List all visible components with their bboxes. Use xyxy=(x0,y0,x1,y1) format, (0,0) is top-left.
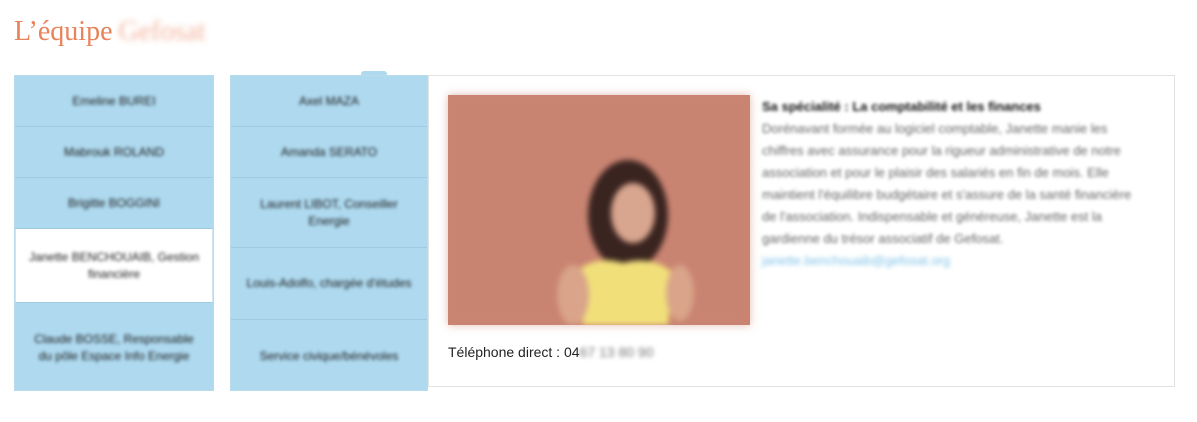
team-member-item[interactable]: Mabrouk ROLAND xyxy=(15,127,213,178)
team-member-item[interactable]: Amanda SERATO xyxy=(231,127,427,178)
email-link[interactable]: janette.benchouaib@gefosat.org xyxy=(762,250,1142,272)
direct-phone: Téléphone direct : 04 67 13 80 90 xyxy=(448,344,654,360)
phone-number: 67 13 80 90 xyxy=(579,344,654,360)
team-member-item[interactable]: Emeline BUREI xyxy=(15,76,213,127)
profile-bio: Sa spécialité : La comptabilité et les f… xyxy=(762,96,1142,272)
team-member-label: Laurent LIBOT, Conseiller Energie xyxy=(260,196,398,228)
team-menu-column-2: Axel MAZA Amanda SERATO Laurent LIBOT, C… xyxy=(230,75,428,391)
team-member-label: Service civique/bénévoles xyxy=(259,348,399,363)
team-member-item[interactable]: Brigitte BOGGINI xyxy=(15,178,213,229)
specialty-heading: Sa spécialité : La comptabilité et les f… xyxy=(762,99,1041,114)
profile-photo xyxy=(448,95,750,325)
team-member-label: Claude BOSSE, Responsable du pôle Espace… xyxy=(34,331,194,363)
page-title-text: L’équipe xyxy=(14,16,113,47)
team-menu-column-1: Emeline BUREI Mabrouk ROLAND Brigitte BO… xyxy=(14,75,214,391)
team-member-item-active[interactable]: Janette BENCHOUAIB, Gestion financière xyxy=(15,229,213,303)
team-member-item[interactable]: Axel MAZA xyxy=(231,76,427,127)
team-member-item[interactable]: Laurent LIBOT, Conseiller Energie xyxy=(231,178,427,248)
team-member-item[interactable]: Louis-Adolfo, chargée d'études xyxy=(231,248,427,320)
brand-name: Gefosat xyxy=(118,16,206,47)
team-member-label: Amanda SERATO xyxy=(280,144,378,159)
team-member-label: Janette BENCHOUAIB, Gestion financière xyxy=(28,249,200,281)
team-member-label: Louis-Adolfo, chargée d'études xyxy=(246,276,412,290)
team-member-item[interactable]: Claude BOSSE, Responsable du pôle Espace… xyxy=(15,303,213,392)
profile-panel: Téléphone direct : 04 67 13 80 90 Sa spé… xyxy=(428,75,1175,387)
team-member-item[interactable]: Service civique/bénévoles xyxy=(231,320,427,392)
team-member-label: Mabrouk ROLAND xyxy=(63,144,165,159)
team-member-label: Emeline BUREI xyxy=(72,93,156,108)
bio-text: Dorénavant formée au logiciel comptable,… xyxy=(762,121,1132,246)
team-member-label: Brigitte BOGGINI xyxy=(67,195,161,210)
phone-label: Téléphone direct : 04 xyxy=(448,344,580,360)
page-title: L’équipe Gefosat xyxy=(14,12,206,52)
team-member-label: Axel MAZA xyxy=(298,93,359,108)
